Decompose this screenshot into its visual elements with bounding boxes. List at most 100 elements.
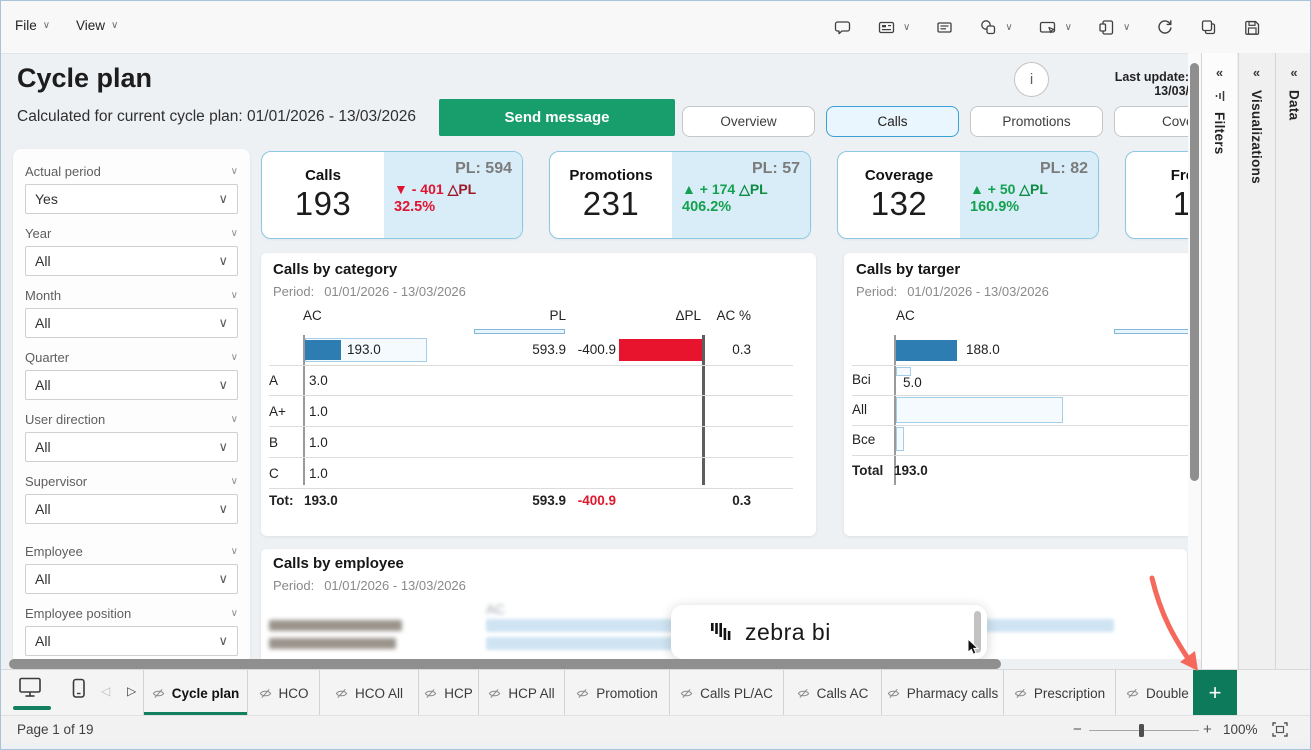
active-view-underline <box>13 706 51 710</box>
tab-label: Calls PL/AC <box>700 686 773 701</box>
filter-dropdown-quarter[interactable]: All∨ <box>25 370 238 400</box>
filter-dropdown-employee-position[interactable]: All∨ <box>25 626 238 656</box>
file-menu[interactable]: File ∨ <box>15 18 50 33</box>
filter-group-actual-period: Actual period∨ Yes∨ <box>25 163 238 214</box>
filter-dropdown-employee[interactable]: All∨ <box>25 564 238 594</box>
filter-dropdown-actual-period[interactable]: Yes∨ <box>25 184 238 214</box>
tab-calls-ac[interactable]: Calls AC <box>784 670 882 716</box>
tab-promotion[interactable]: Promotion <box>565 670 670 716</box>
visual-button[interactable]: ∨ <box>1038 18 1072 37</box>
arrow-up-icon: ▲ <box>970 181 984 197</box>
chevron-down-icon: ∨ <box>1005 22 1012 33</box>
textbox-icon <box>935 18 954 37</box>
filter-header-user-direction[interactable]: User direction∨ <box>25 411 238 428</box>
kpi-card-promotions[interactable]: Promotions 231 PL: 57 ▲ + 174 △PL 406.2% <box>549 151 811 239</box>
textbox-button[interactable] <box>935 18 954 37</box>
kpi-card-calls[interactable]: Calls 193 PL: 594 ▼ - 401 △PL 32.5% <box>261 151 523 239</box>
chevron-down-icon: ∨ <box>231 166 238 177</box>
row-label: Bci <box>852 372 871 387</box>
tab-label: Pharmacy calls <box>907 686 999 701</box>
filter-header-month[interactable]: Month∨ <box>25 287 238 304</box>
row-label: Bce <box>852 432 875 447</box>
filter-header-employee[interactable]: Employee∨ <box>25 543 238 560</box>
status-bar: Page 1 of 19 − + 100% <box>1 715 1311 743</box>
summary-dpl-value: -400.9 <box>561 342 616 357</box>
chevron-down-icon: ∨ <box>43 20 50 31</box>
table-row: A3.0 <box>269 365 793 396</box>
shapes-button[interactable]: ∨ <box>979 18 1012 37</box>
tab-hcp-all[interactable]: HCP All <box>479 670 565 716</box>
tab-calls-pl-ac[interactable]: Calls PL/AC <box>670 670 784 716</box>
tab-double[interactable]: Double <box>1116 670 1193 716</box>
dpl-negative-bar <box>619 339 702 361</box>
filter-dropdown-month[interactable]: All∨ <box>25 308 238 338</box>
kpi-value: 132 <box>871 185 928 223</box>
shapes-icon <box>979 18 998 37</box>
summary-ac-value: 193.0 <box>347 342 381 357</box>
info-button[interactable]: i <box>1014 62 1049 97</box>
gridline <box>852 395 1189 396</box>
hidden-eye-icon <box>488 687 501 700</box>
visual-pointer-icon <box>1038 18 1058 37</box>
calls-by-target-card[interactable]: Calls by targer Period: 01/01/2026 - 13/… <box>844 253 1189 536</box>
tab-hcp[interactable]: HCP <box>419 670 479 716</box>
fit-to-page-button[interactable] <box>1271 721 1289 741</box>
refresh-button[interactable] <box>1155 18 1174 37</box>
visualizations-pane-collapsed[interactable]: « Visualizations <box>1238 53 1274 669</box>
desktop-view-button[interactable] <box>17 676 45 705</box>
calls-by-category-card[interactable]: Calls by category Period: 01/01/2026 - 1… <box>261 253 816 536</box>
view-menu[interactable]: View ∨ <box>76 18 118 33</box>
kpi-card-coverage[interactable]: Coverage 132 PL: 82 ▲ + 50 △PL 160.9% <box>837 151 1099 239</box>
filter-dropdown-year[interactable]: All∨ <box>25 246 238 276</box>
page-button[interactable]: ∨ <box>1097 18 1130 37</box>
row-ac-value: 1.0 <box>303 466 328 481</box>
tab-prescription[interactable]: Prescription <box>1004 670 1116 716</box>
present-button[interactable]: ∨ <box>877 18 910 37</box>
filter-dropdown-user-direction[interactable]: All∨ <box>25 432 238 462</box>
zoom-in-button[interactable]: + <box>1203 721 1212 738</box>
vertical-scrollbar[interactable] <box>1190 63 1199 481</box>
column-header-ac-blurred: AC <box>486 602 505 617</box>
nav-button-promotions[interactable]: Promotions <box>970 106 1103 137</box>
overlay-scrollbar[interactable] <box>974 611 981 653</box>
filter-label: Employee <box>25 544 83 559</box>
filters-pane-collapsed[interactable]: « Filters <box>1201 53 1237 669</box>
filter-header-employee-position[interactable]: Employee position∨ <box>25 605 238 622</box>
pl-scale-bar <box>474 329 565 334</box>
filter-dropdown-supervisor[interactable]: All∨ <box>25 494 238 524</box>
zoom-slider-thumb[interactable] <box>1139 724 1144 737</box>
prev-page-button[interactable]: ◁ <box>101 684 110 698</box>
next-page-button[interactable]: ▷ <box>127 684 136 698</box>
filter-header-year[interactable]: Year∨ <box>25 225 238 242</box>
send-message-button[interactable]: Send message <box>439 99 675 136</box>
filter-header-quarter[interactable]: Quarter∨ <box>25 349 238 366</box>
duplicate-button[interactable] <box>1199 18 1218 37</box>
filter-header-actual-period[interactable]: Actual period∨ <box>25 163 238 180</box>
tab-hco-all[interactable]: HCO All <box>320 670 419 716</box>
column-header-ac: AC <box>303 308 322 323</box>
zebra-bi-logo-text: zebra bi <box>745 619 831 646</box>
nav-button-calls[interactable]: Calls <box>826 106 959 137</box>
nav-button-coverage[interactable]: Cover <box>1114 106 1189 137</box>
tab-pharmacy-calls[interactable]: Pharmacy calls <box>882 670 1004 716</box>
horizontal-scrollbar[interactable] <box>9 659 1001 669</box>
nav-button-overview[interactable]: Overview <box>682 106 815 137</box>
kpi-card-freq[interactable]: Freq 1. <box>1125 151 1189 239</box>
mobile-view-button[interactable] <box>69 677 88 706</box>
tab-cycle-plan[interactable]: Cycle plan <box>143 670 248 716</box>
zoom-slider-track[interactable] <box>1089 730 1199 732</box>
tab-hco[interactable]: HCO <box>248 670 320 716</box>
visual-period: Period: 01/01/2026 - 13/03/2026 <box>856 284 1049 299</box>
hidden-eye-icon <box>424 687 437 700</box>
save-button[interactable] <box>1243 18 1262 37</box>
add-page-button[interactable]: + <box>1193 670 1237 716</box>
period-value: 01/01/2026 - 13/03/2026 <box>324 578 466 593</box>
kpi-value: 193 <box>295 185 352 223</box>
arrow-up-icon: ▲ <box>682 181 696 197</box>
filter-header-supervisor[interactable]: Supervisor∨ <box>25 473 238 490</box>
hidden-eye-icon <box>259 687 272 700</box>
tab-label: Promotion <box>596 686 658 701</box>
zoom-out-button[interactable]: − <box>1073 721 1082 738</box>
comment-button[interactable] <box>833 18 852 37</box>
data-pane-collapsed[interactable]: « Data <box>1275 53 1311 669</box>
